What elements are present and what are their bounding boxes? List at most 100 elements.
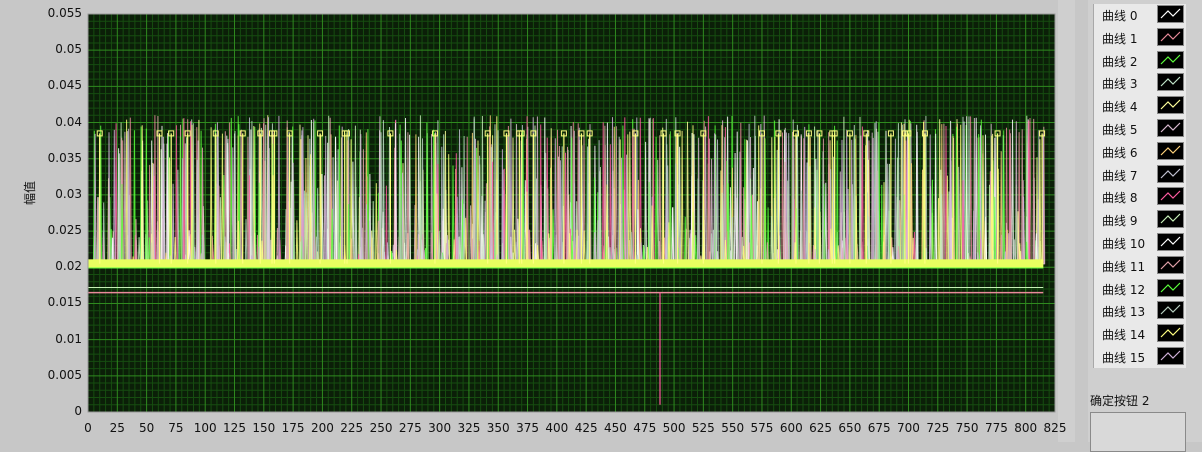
legend-swatch	[1157, 141, 1184, 160]
x-tick-label: 775	[984, 421, 1008, 435]
legend-swatch-path	[1160, 282, 1181, 293]
legend-swatch-path	[1160, 213, 1181, 224]
x-tick-label: 600	[779, 421, 803, 435]
legend-swatch-line	[1160, 54, 1181, 65]
legend-swatch-path	[1160, 145, 1181, 156]
x-tick-label: 325	[457, 421, 481, 435]
legend-swatch-line	[1160, 282, 1181, 293]
x-tick-label: 675	[867, 421, 891, 435]
legend-item-label: 曲线 8	[1102, 191, 1138, 206]
legend-item[interactable]: 曲线 5	[1094, 118, 1186, 140]
legend-swatch-line	[1160, 31, 1181, 42]
y-tick-label: 0.04	[55, 114, 82, 129]
legend-item-label: 曲线 3	[1102, 77, 1138, 92]
legend-swatch	[1157, 233, 1184, 251]
x-tick-label: 200	[310, 421, 334, 435]
legend-swatch-line	[1160, 304, 1181, 315]
x-tick-label: 350	[486, 421, 510, 435]
x-tick-label: 825	[1043, 421, 1067, 435]
x-tick-label: 625	[809, 421, 833, 435]
legend-item-label: 曲线 7	[1102, 168, 1138, 183]
ok-button-2[interactable]	[1090, 412, 1186, 452]
legend-item[interactable]: 曲线 0	[1094, 4, 1186, 26]
y-tick-label: 0.03	[55, 186, 82, 201]
legend-swatch	[1157, 301, 1184, 320]
legend-swatch	[1157, 5, 1184, 23]
legend-swatch-path	[1160, 31, 1181, 42]
legend-swatch-line	[1160, 236, 1181, 247]
x-tick-label: 725	[926, 421, 950, 435]
legend-item[interactable]: 曲线 13	[1094, 300, 1186, 322]
legend-swatch-line	[1160, 350, 1181, 361]
legend-swatch	[1157, 187, 1184, 206]
x-tick-label: 300	[428, 421, 452, 435]
plot-side-region	[1058, 0, 1075, 442]
legend-swatch-path	[1160, 99, 1181, 110]
legend-item[interactable]: 曲线 11	[1094, 255, 1186, 277]
legend-item[interactable]: 曲线 15	[1094, 346, 1186, 368]
legend-item[interactable]: 曲线 12	[1094, 278, 1186, 300]
x-tick-label: 700	[897, 421, 920, 435]
x-tick-label: 275	[398, 421, 422, 435]
legend-swatch-path	[1160, 8, 1181, 19]
legend-swatch	[1157, 255, 1184, 274]
legend-swatch-path	[1160, 54, 1181, 65]
legend-item[interactable]: 曲线 8	[1094, 186, 1186, 208]
x-tick-label: 225	[340, 421, 364, 435]
plot-legend[interactable]: 曲线 0 曲线 1 曲线 2 曲线 3 曲线 4 曲线 5 曲线 6 曲线 7 曲线 8 曲线 9…	[1093, 4, 1186, 368]
legend-item[interactable]: 曲线 2	[1094, 50, 1186, 72]
legend-item-label: 曲线 5	[1102, 123, 1138, 137]
legend-item[interactable]: 曲线 9	[1094, 209, 1186, 231]
x-tick-label: 175	[281, 421, 305, 435]
y-tick-label: 0.05	[55, 42, 82, 57]
series-baseline-band	[88, 259, 1044, 268]
x-tick-label: 450	[604, 421, 627, 435]
legend-item-label: 曲线 14	[1102, 328, 1146, 343]
x-tick-label: 400	[545, 421, 569, 435]
legend-item-label: 曲线 12	[1102, 282, 1146, 297]
legend-swatch-line	[1160, 259, 1181, 270]
x-tick-label: 250	[369, 421, 393, 435]
x-tick-label: 650	[838, 421, 862, 435]
legend-swatch	[1157, 347, 1184, 365]
legend-item-label: 曲线 10	[1102, 237, 1146, 251]
legend-swatch-path	[1160, 168, 1181, 179]
plot-scroll-region	[1058, 0, 1075, 442]
legend-swatch-path	[1160, 76, 1181, 87]
legend-item[interactable]: 曲线 4	[1094, 95, 1186, 117]
legend-swatch	[1157, 278, 1184, 297]
legend-item[interactable]: 曲线 14	[1094, 323, 1186, 345]
legend-item[interactable]: 曲线 1	[1094, 27, 1186, 49]
y-axis-label: 幅值	[23, 180, 37, 205]
x-tick-label: 25	[109, 421, 125, 435]
legend-swatch-path	[1160, 350, 1181, 361]
legend-item[interactable]: 曲线 10	[1094, 232, 1186, 254]
legend-swatch-path	[1160, 190, 1181, 201]
y-tick-label: 0.01	[55, 331, 82, 346]
y-tick-label: 0.02	[55, 259, 82, 274]
x-tick-label: 0	[84, 421, 92, 435]
x-tick-label: 50	[138, 421, 155, 435]
legend-swatch	[1157, 324, 1184, 343]
legend-item-label: 曲线 13	[1102, 305, 1146, 320]
x-tick-label: 575	[750, 421, 774, 435]
legend-item-label: 曲线 2	[1102, 54, 1138, 69]
x-tick-label: 500	[662, 421, 686, 435]
legend-swatch-line	[1160, 145, 1181, 156]
legend-item-label: 曲线 4	[1102, 100, 1138, 115]
legend-item[interactable]: 曲线 7	[1094, 164, 1186, 186]
legend-swatch-path	[1160, 236, 1181, 247]
legend-item[interactable]: 曲线 3	[1094, 72, 1186, 94]
y-tick-label: 0.035	[47, 150, 82, 165]
legend-swatch-line	[1160, 168, 1181, 179]
legend-item-label: 曲线 15	[1102, 351, 1146, 365]
waveform-graph	[87, 0, 1075, 442]
x-tick-label: 475	[633, 421, 657, 435]
legend-item[interactable]: 曲线 6	[1094, 141, 1186, 163]
legend-swatch-path	[1160, 122, 1181, 133]
x-tick-label: 550	[721, 421, 745, 435]
y-tick-label: 0.025	[47, 223, 82, 238]
y-tick-label: 0.005	[47, 367, 82, 382]
legend-swatch-line	[1160, 190, 1181, 201]
y-tick-label: 0.045	[47, 78, 82, 93]
